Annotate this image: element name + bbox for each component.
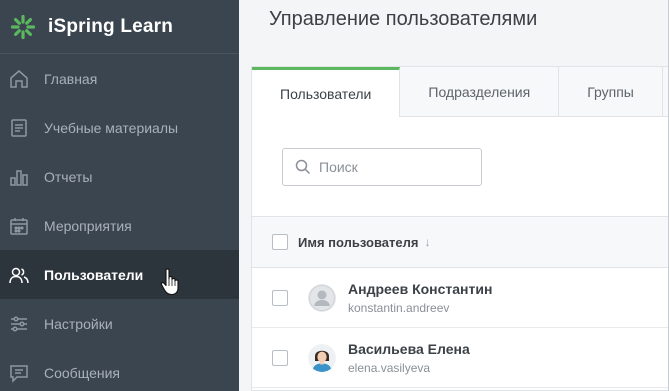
tab-groups[interactable]: Группы (559, 67, 663, 116)
sidebar-item-courses[interactable]: Учебные материалы (0, 103, 239, 152)
sidebar-item-label: Учебные материалы (44, 119, 179, 136)
page-title: Управление пользователями (269, 8, 538, 30)
sidebar-item-label: Пользователи (44, 266, 144, 283)
user-name[interactable]: Андреев Константин (348, 281, 492, 297)
sidebar-item-settings[interactable]: Настройки (0, 299, 239, 348)
tab-departments[interactable]: Подразделения (400, 67, 560, 116)
courses-icon (8, 117, 30, 139)
reports-icon (8, 166, 30, 188)
settings-icon (8, 313, 30, 335)
user-info: Васильева Елена elena.vasilyeva (348, 341, 470, 375)
user-info: Андреев Константин konstantin.andreev (348, 281, 492, 315)
sidebar-item-label: Отчеты (44, 168, 93, 185)
messages-icon (8, 362, 30, 384)
user-photo-avatar (308, 343, 336, 372)
users-icon (8, 264, 30, 286)
calendar-icon (8, 215, 30, 237)
table-row[interactable]: Васильева Елена elena.vasilyeva (252, 328, 669, 388)
select-all-checkbox[interactable] (272, 234, 288, 250)
sidebar-item-label: Главная (44, 70, 98, 87)
user-login: konstantin.andreev (348, 300, 450, 315)
users-panel: Пользователи Подразделения Группы Имя по… (251, 66, 669, 391)
sidebar-item-reports[interactable]: Отчеты (0, 152, 239, 201)
user-name[interactable]: Васильева Елена (348, 341, 470, 357)
table-row[interactable]: Андреев Константин konstantin.andreev (252, 268, 669, 328)
main-area: Управление пользователями Пользователи П… (239, 0, 669, 391)
logo[interactable]: iSpring Learn (0, 0, 239, 54)
search-box[interactable] (282, 148, 482, 186)
table-header: Имя пользователя ↓ (252, 216, 669, 268)
tabs: Пользователи Подразделения Группы (252, 67, 669, 117)
home-icon (8, 68, 30, 90)
sidebar: iSpring Learn Главная Учебные материалы … (0, 0, 239, 391)
sidebar-item-label: Сообщения (44, 364, 120, 381)
search-input[interactable] (319, 159, 469, 175)
tab-users[interactable]: Пользователи (252, 67, 401, 117)
column-header-username[interactable]: Имя пользователя (298, 235, 418, 250)
user-login: elena.vasilyeva (348, 360, 431, 375)
sidebar-item-users[interactable]: Пользователи (0, 250, 239, 299)
sidebar-item-label: Мероприятия (44, 217, 132, 234)
logo-icon (10, 14, 36, 39)
sidebar-item-label: Настройки (44, 315, 113, 332)
default-avatar-icon (308, 283, 336, 312)
logo-text: iSpring Learn (48, 15, 174, 37)
hand-cursor-icon (160, 268, 179, 296)
row-checkbox[interactable] (272, 349, 288, 366)
sidebar-item-home[interactable]: Главная (0, 54, 239, 103)
sort-arrow-icon[interactable]: ↓ (424, 235, 430, 249)
sidebar-item-events[interactable]: Мероприятия (0, 201, 239, 250)
sidebar-item-messages[interactable]: Сообщения (0, 348, 239, 391)
search-icon (295, 159, 311, 175)
row-checkbox[interactable] (272, 289, 288, 306)
